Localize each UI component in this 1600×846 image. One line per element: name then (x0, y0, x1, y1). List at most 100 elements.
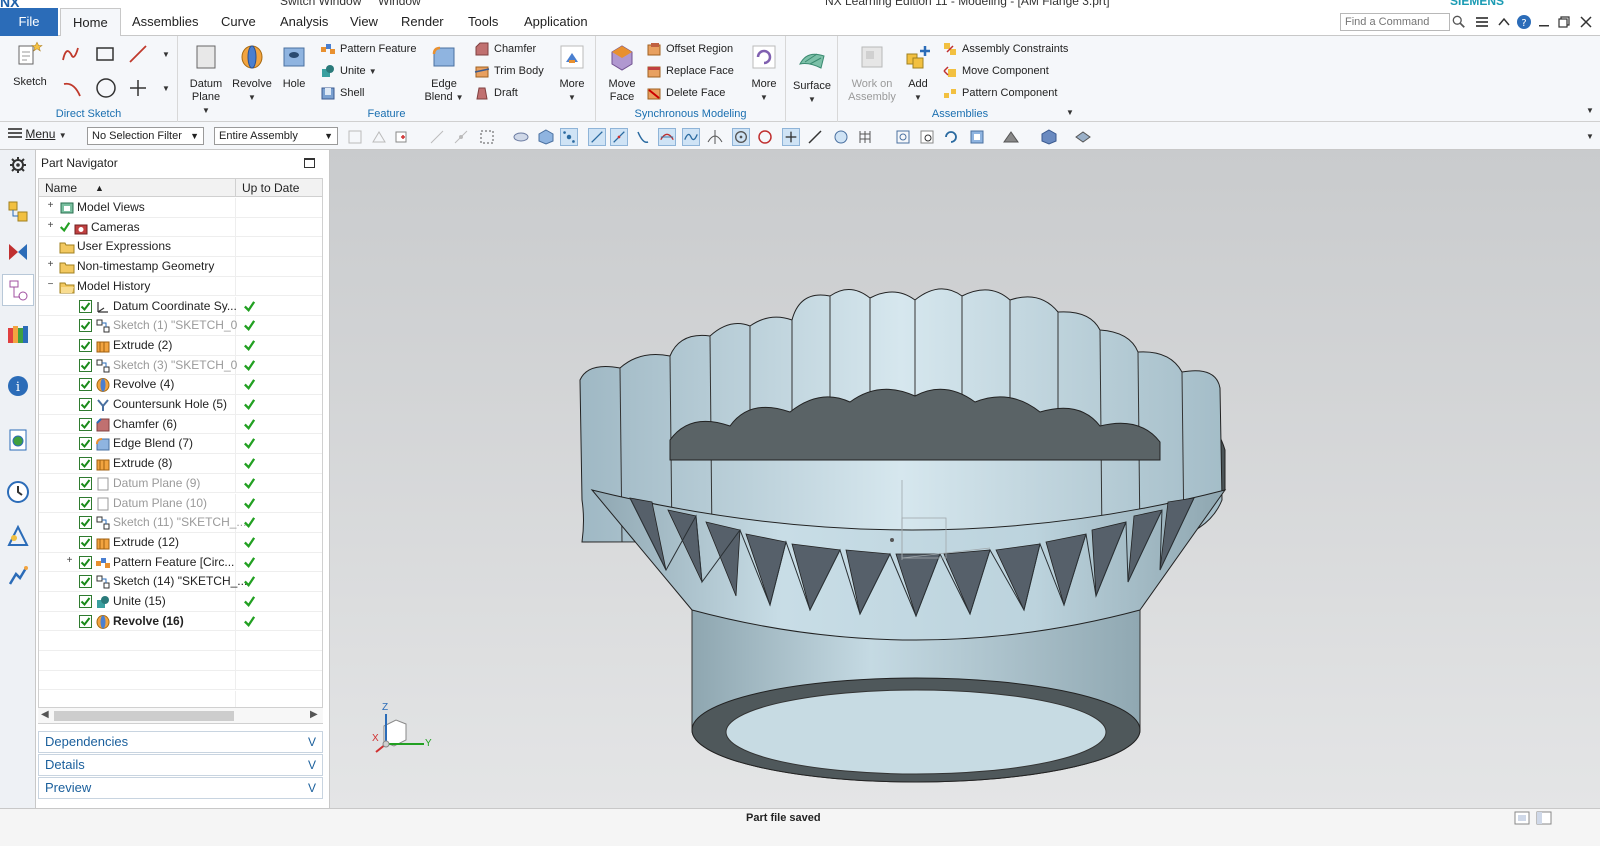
search-icon[interactable] (1452, 14, 1466, 30)
reuse-library-icon[interactable] (6, 322, 30, 346)
view-cube-icon[interactable] (537, 128, 555, 146)
sketch-more-caret-2[interactable]: ▼ (162, 84, 170, 93)
visibility-checkbox[interactable] (79, 535, 92, 549)
view-triad[interactable] (368, 702, 448, 762)
dependencies-panel[interactable]: Dependencies V (38, 731, 323, 753)
pattern-component-button[interactable]: Pattern Component (942, 84, 1057, 104)
show-hide-icon[interactable] (512, 128, 530, 146)
visibility-checkbox[interactable] (79, 299, 92, 313)
snap-mid-icon[interactable] (452, 128, 470, 146)
maximize-panel-icon[interactable] (304, 158, 315, 168)
tree-row[interactable]: Unite (15) (39, 592, 322, 612)
line-icon[interactable] (126, 42, 150, 66)
revolve-button[interactable]: Revolve ▼ (230, 42, 274, 104)
visibility-checkbox[interactable] (79, 398, 92, 411)
tree-row[interactable]: Sketch (11) "SKETCH_... (39, 513, 322, 533)
visibility-checkbox[interactable] (79, 378, 92, 392)
scroll-right-icon[interactable]: ▶ (310, 709, 318, 720)
control-point-icon[interactable] (634, 128, 652, 146)
hole-button[interactable]: Hole (276, 42, 312, 91)
scrollbar-thumb[interactable] (54, 711, 234, 721)
tree-row[interactable]: Revolve (4) (39, 375, 322, 395)
selection-scope-dropdown[interactable]: Entire Assembly ▼ (214, 127, 338, 145)
tree-row[interactable]: Sketch (3) "SKETCH_0 (39, 355, 322, 376)
profile-icon[interactable] (60, 42, 84, 66)
arc-icon[interactable] (60, 76, 84, 100)
unite-button[interactable]: Unite ▼ (320, 62, 377, 82)
visibility-checkbox[interactable] (79, 516, 92, 530)
tab-analysis[interactable]: Analysis (268, 8, 340, 36)
move-face-button[interactable]: Move Face (602, 42, 642, 104)
close-icon[interactable] (1578, 14, 1594, 30)
preview-panel[interactable]: Preview V (38, 777, 323, 799)
revolve-caret[interactable]: ▼ (230, 91, 274, 104)
orient-view-icon[interactable] (968, 128, 986, 146)
minimize-icon[interactable] (1536, 14, 1552, 30)
tree-row[interactable]: Datum Coordinate Sy... (39, 296, 322, 317)
up-to-date-column-header[interactable]: Up to Date (235, 179, 322, 197)
toolbar-overflow-caret[interactable]: ▼ (1586, 132, 1594, 141)
shaded-cube-icon[interactable] (1040, 128, 1058, 146)
render-style-icon[interactable] (1002, 128, 1020, 146)
visibility-checkbox[interactable] (79, 437, 92, 451)
snap-point-on-icon[interactable] (560, 128, 578, 146)
offset-region-button[interactable]: Offset Region (646, 40, 733, 60)
tree-row[interactable]: Edge Blend (7) (39, 434, 322, 455)
collapse-icon[interactable]: − (46, 279, 55, 290)
edge-blend-button[interactable]: Edge Blend ▼ (422, 42, 466, 104)
tree-row[interactable]: Sketch (14) "SKETCH_... (39, 572, 322, 592)
edge-blend-caret[interactable]: ▼ (456, 93, 464, 102)
tree-row[interactable]: Revolve (16) (39, 611, 322, 632)
assembly-constraints-button[interactable]: Assembly Constraints (942, 40, 1068, 60)
visibility-checkbox[interactable] (79, 319, 92, 333)
point-on-face-icon[interactable] (806, 128, 824, 146)
expand-icon[interactable]: + (46, 201, 55, 211)
web-browser-icon[interactable] (6, 428, 30, 452)
tab-curve[interactable]: Curve (209, 8, 268, 36)
tree-row[interactable]: Datum Plane (10) (39, 493, 322, 514)
circle-icon[interactable] (94, 76, 118, 100)
horizontal-scrollbar[interactable]: ◀ ▶ (38, 707, 323, 723)
quadrant-point-icon[interactable] (732, 128, 750, 146)
visibility-checkbox[interactable] (79, 614, 92, 628)
pattern-feature-button[interactable]: Pattern Feature (320, 40, 416, 60)
hd3d-tools-icon[interactable]: i (6, 374, 30, 398)
draft-button[interactable]: Draft (474, 84, 518, 104)
feature-more-caret[interactable]: ▼ (554, 91, 590, 104)
sketch-more-caret[interactable]: ▼ (162, 50, 170, 59)
selection-filter-dropdown[interactable]: No Selection Filter ▼ (87, 127, 204, 145)
visibility-checkbox[interactable] (79, 496, 92, 510)
sketch-button[interactable]: Sketch (6, 40, 54, 89)
menu-button[interactable]: Menu ▼ (8, 127, 67, 141)
gear-icon[interactable] (9, 156, 27, 174)
tree-row[interactable]: + Non-timestamp Geometry (39, 257, 322, 277)
quick-access-toolbar[interactable]: Switch Window Window (280, 0, 421, 8)
tree-row[interactable]: − Model History (39, 276, 322, 297)
visibility-checkbox[interactable] (79, 555, 92, 569)
select-body-icon[interactable] (370, 128, 388, 146)
details-panel[interactable]: Details V (38, 754, 323, 776)
tree-row[interactable]: Extrude (2) (39, 335, 322, 356)
select-feature-icon[interactable] (346, 128, 364, 146)
view-orient-icon[interactable] (832, 128, 850, 146)
snap-point-icon[interactable] (394, 128, 412, 146)
zoom-icon[interactable] (918, 128, 936, 146)
sync-more-button[interactable]: More ▼ (746, 42, 782, 104)
find-command-input[interactable] (1340, 13, 1450, 31)
trim-body-button[interactable]: Trim Body (474, 62, 544, 82)
tab-file[interactable]: File (0, 8, 58, 36)
work-on-assembly-button[interactable]: Work on Assembly (844, 42, 900, 104)
tree-row[interactable]: Extrude (12) (39, 532, 322, 553)
grid-icon[interactable] (856, 128, 874, 146)
system-materials-icon[interactable] (6, 524, 30, 548)
tree-row[interactable]: Extrude (8) (39, 454, 322, 474)
tab-view[interactable]: View (338, 8, 390, 36)
replace-face-button[interactable]: Replace Face (646, 62, 734, 82)
snap-end-icon[interactable] (428, 128, 446, 146)
rectangle-select-icon[interactable] (478, 128, 496, 146)
collapse-ribbon-icon[interactable] (1496, 14, 1512, 30)
surface-button[interactable]: Surface ▼ (790, 44, 834, 106)
constraint-navigator-icon[interactable] (6, 240, 30, 264)
intersection-point-icon[interactable] (658, 128, 676, 146)
full-screen-icon[interactable] (1514, 811, 1530, 825)
